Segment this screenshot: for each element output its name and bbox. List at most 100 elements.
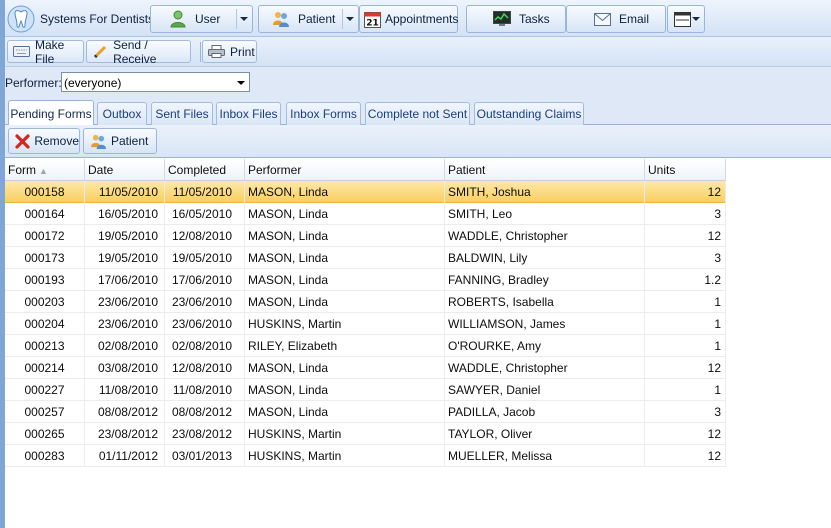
patient-cell: O'ROURKE, Amy <box>445 335 645 357</box>
column-header-date[interactable]: Date <box>85 159 165 181</box>
form-number-cell: 000164 <box>5 203 85 225</box>
table-row[interactable]: 000283 01/11/2012 03/01/2013 HUSKINS, Marti… <box>5 445 726 467</box>
units-cell: 12 <box>645 225 726 247</box>
table-row[interactable]: 000227 11/08/2010 11/08/2010 MASON, Linda SA… <box>5 379 726 401</box>
pending-forms-grid: Form ▲ Date Completed Performer Patient U… <box>5 159 831 528</box>
send-receive-label: Send / Receive <box>113 37 157 66</box>
performer-cell: HUSKINS, Martin <box>245 313 445 335</box>
form-number-cell: 000172 <box>5 225 85 247</box>
patient-menu-button[interactable]: Patient <box>258 5 359 33</box>
tab-complete-not-sent[interactable]: Complete not Sent <box>365 102 470 125</box>
performer-filter-bar: Performer: (everyone) <box>5 67 831 99</box>
table-row[interactable]: 000265 23/08/2012 23/08/2012 HUSKINS, Marti… <box>5 423 726 445</box>
chevron-down-icon[interactable] <box>237 81 245 85</box>
chevron-down-icon[interactable] <box>240 17 248 21</box>
column-header-form[interactable]: Form ▲ <box>5 159 85 181</box>
performer-select-value: (everyone) <box>64 76 122 90</box>
send-receive-button[interactable]: Send / Receive <box>86 37 191 66</box>
table-row[interactable]: 000173 19/05/2010 19/05/2010 MASON, Linda BA… <box>5 247 726 269</box>
secondary-toolbar: Make File Send / Receive Print <box>5 37 831 67</box>
date-cell: 11/08/2010 <box>85 379 165 401</box>
units-cell: 12 <box>645 445 726 467</box>
completed-cell: 03/01/2013 <box>165 445 245 467</box>
units-cell: 3 <box>645 203 726 225</box>
email-button[interactable]: Email <box>566 5 666 33</box>
date-cell: 23/06/2010 <box>85 291 165 313</box>
layout-menu-button[interactable] <box>667 5 705 33</box>
table-row[interactable]: 000257 08/08/2012 08/08/2012 MASON, Linda PA… <box>5 401 726 423</box>
form-number-cell: 000203 <box>5 291 85 313</box>
patient-cell: BALDWIN, Lily <box>445 247 645 269</box>
make-file-label: Make File <box>35 37 65 66</box>
print-button[interactable]: Print <box>202 40 257 63</box>
sort-ascending-icon: ▲ <box>39 166 48 176</box>
patient-cell: WILLIAMSON, James <box>445 313 645 335</box>
patient-cell: MUELLER, Melissa <box>445 445 645 467</box>
make-file-button[interactable]: Make File <box>7 37 84 66</box>
tab-outstanding-claims[interactable]: Outstanding Claims <box>474 102 584 125</box>
performer-cell: MASON, Linda <box>245 181 445 203</box>
date-cell: 02/08/2010 <box>85 335 165 357</box>
units-cell: 1 <box>645 335 726 357</box>
tab-inbox-files[interactable]: Inbox Files <box>216 102 281 125</box>
patients-icon <box>90 133 107 150</box>
appointments-button[interactable]: 21 Appointments <box>359 5 458 33</box>
table-row[interactable]: 000204 23/06/2010 23/06/2010 HUSKINS, Marti… <box>5 313 726 335</box>
printer-icon <box>208 45 225 59</box>
performer-cell: MASON, Linda <box>245 357 445 379</box>
chevron-down-icon[interactable] <box>346 17 354 21</box>
patient-button-label: Patient <box>298 12 336 26</box>
keyboard-icon <box>13 45 30 59</box>
tab-outbox[interactable]: Outbox <box>97 102 147 125</box>
completed-cell: 08/08/2012 <box>165 401 245 423</box>
tasks-button[interactable]: Tasks <box>466 5 566 33</box>
completed-cell: 11/08/2010 <box>165 379 245 401</box>
table-row[interactable]: 000214 03/08/2010 12/08/2010 MASON, Linda WA… <box>5 357 726 379</box>
table-row[interactable]: 000172 19/05/2010 12/08/2010 MASON, Linda WA… <box>5 225 726 247</box>
envelope-icon <box>593 10 611 28</box>
user-icon <box>169 10 187 28</box>
patient-cell: WADDLE, Christopher <box>445 225 645 247</box>
performer-label: Performer: <box>5 76 62 90</box>
form-number-cell: 000227 <box>5 379 85 401</box>
units-cell: 1 <box>645 379 726 401</box>
date-cell: 19/05/2010 <box>85 247 165 269</box>
remove-button[interactable]: Remove <box>8 128 80 154</box>
units-cell: 3 <box>645 401 726 423</box>
grid-header: Form ▲ Date Completed Performer Patient U… <box>5 159 726 181</box>
column-header-patient[interactable]: Patient <box>445 159 645 181</box>
form-number-cell: 000257 <box>5 401 85 423</box>
completed-cell: 11/05/2010 <box>165 181 245 203</box>
table-row[interactable]: 000193 17/06/2010 17/06/2010 MASON, Linda FA… <box>5 269 726 291</box>
tab-strip: Pending Forms Outbox Sent Files Inbox Fi… <box>5 99 831 126</box>
column-header-units[interactable]: Units <box>645 159 726 181</box>
units-cell: 12 <box>645 181 726 203</box>
form-number-cell: 000193 <box>5 269 85 291</box>
date-cell: 01/11/2012 <box>85 445 165 467</box>
tab-sent-files[interactable]: Sent Files <box>151 102 213 125</box>
column-header-completed[interactable]: Completed <box>165 159 245 181</box>
units-cell: 1 <box>645 313 726 335</box>
tab-pending-forms[interactable]: Pending Forms <box>8 100 94 126</box>
table-row[interactable]: 000164 16/05/2010 16/05/2010 MASON, Linda SM… <box>5 203 726 225</box>
table-row[interactable]: 000203 23/06/2010 23/06/2010 MASON, Linda RO… <box>5 291 726 313</box>
user-menu-button[interactable]: User <box>150 5 253 33</box>
performer-cell: RILEY, Elizabeth <box>245 335 445 357</box>
tab-inbox-forms[interactable]: Inbox Forms <box>286 102 361 125</box>
units-cell: 1.2 <box>645 269 726 291</box>
pending-forms-action-bar: Remove Patient <box>5 125 831 158</box>
table-row[interactable]: 000158 11/05/2010 11/05/2010 MASON, Linda SM… <box>5 181 726 203</box>
units-cell: 3 <box>645 247 726 269</box>
column-header-performer[interactable]: Performer <box>245 159 445 181</box>
completed-cell: 12/08/2010 <box>165 357 245 379</box>
form-number-cell: 000158 <box>5 181 85 203</box>
open-patient-button[interactable]: Patient <box>83 128 157 154</box>
user-button-label: User <box>195 12 221 26</box>
form-number-cell: 000213 <box>5 335 85 357</box>
form-number-cell: 000173 <box>5 247 85 269</box>
performer-cell: HUSKINS, Martin <box>245 423 445 445</box>
table-row[interactable]: 000213 02/08/2010 02/08/2010 RILEY, Elizabe… <box>5 335 726 357</box>
performer-select[interactable]: (everyone) <box>61 72 250 92</box>
performer-cell: HUSKINS, Martin <box>245 445 445 467</box>
chevron-down-icon[interactable] <box>692 17 700 21</box>
